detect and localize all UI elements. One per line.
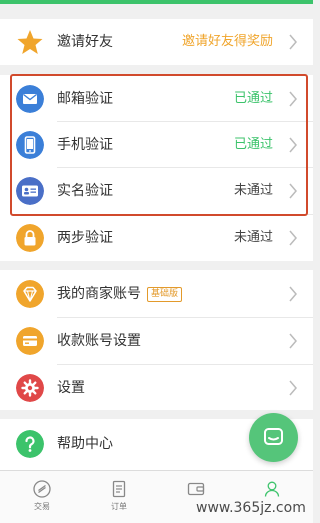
chat-fab-button[interactable] bbox=[249, 413, 298, 462]
tab-order-label: 订单 bbox=[111, 502, 127, 511]
user-icon bbox=[264, 481, 280, 497]
two-step-verify-row[interactable]: 两步验证 未通过 bbox=[0, 215, 313, 260]
payment-account-label: 收款账号设置 bbox=[57, 333, 141, 349]
invite-friends-row[interactable]: 邀请好友 邀请好友得奖励 bbox=[0, 19, 313, 64]
two-step-verify-status: 未通过 bbox=[233, 230, 273, 245]
question-icon bbox=[16, 430, 44, 458]
account-section: 我的商家账号 基础版 收款账号设置 设置 bbox=[0, 270, 313, 410]
chevron-right-icon bbox=[289, 286, 297, 302]
tab-order[interactable]: 订单 bbox=[89, 471, 149, 523]
merchant-account-label: 我的商家账号 基础版 bbox=[57, 285, 183, 303]
diamond-icon bbox=[16, 280, 44, 308]
trade-icon bbox=[33, 480, 51, 498]
invite-reward-text: 邀请好友得奖励 bbox=[181, 34, 273, 49]
two-step-verify-label: 两步验证 bbox=[57, 230, 113, 246]
chat-icon bbox=[264, 428, 283, 445]
card-icon bbox=[16, 327, 44, 355]
chevron-right-icon bbox=[289, 34, 297, 50]
wallet-icon bbox=[187, 482, 205, 496]
top-accent-bar bbox=[0, 0, 313, 4]
chevron-right-icon bbox=[289, 333, 297, 349]
star-icon bbox=[17, 30, 43, 54]
invite-friends-label: 邀请好友 bbox=[57, 34, 113, 50]
chevron-right-icon bbox=[289, 230, 297, 246]
invite-section: 邀请好友 邀请好友得奖励 bbox=[0, 19, 313, 65]
settings-label: 设置 bbox=[57, 380, 85, 396]
payment-account-row[interactable]: 收款账号设置 bbox=[0, 318, 313, 363]
tab-trade[interactable]: 交易 bbox=[12, 471, 72, 523]
lock-icon bbox=[16, 224, 44, 252]
merchant-account-text: 我的商家账号 bbox=[57, 286, 141, 302]
merchant-account-row[interactable]: 我的商家账号 基础版 bbox=[0, 271, 313, 316]
plan-badge: 基础版 bbox=[147, 287, 183, 302]
order-icon bbox=[112, 480, 126, 498]
help-center-label: 帮助中心 bbox=[57, 436, 113, 452]
settings-row[interactable]: 设置 bbox=[0, 365, 313, 410]
watermark-text: www.365jz.com bbox=[196, 500, 306, 516]
chevron-right-icon bbox=[289, 380, 297, 396]
gear-icon bbox=[16, 374, 44, 402]
tab-trade-label: 交易 bbox=[34, 502, 50, 511]
highlight-box bbox=[10, 74, 308, 216]
